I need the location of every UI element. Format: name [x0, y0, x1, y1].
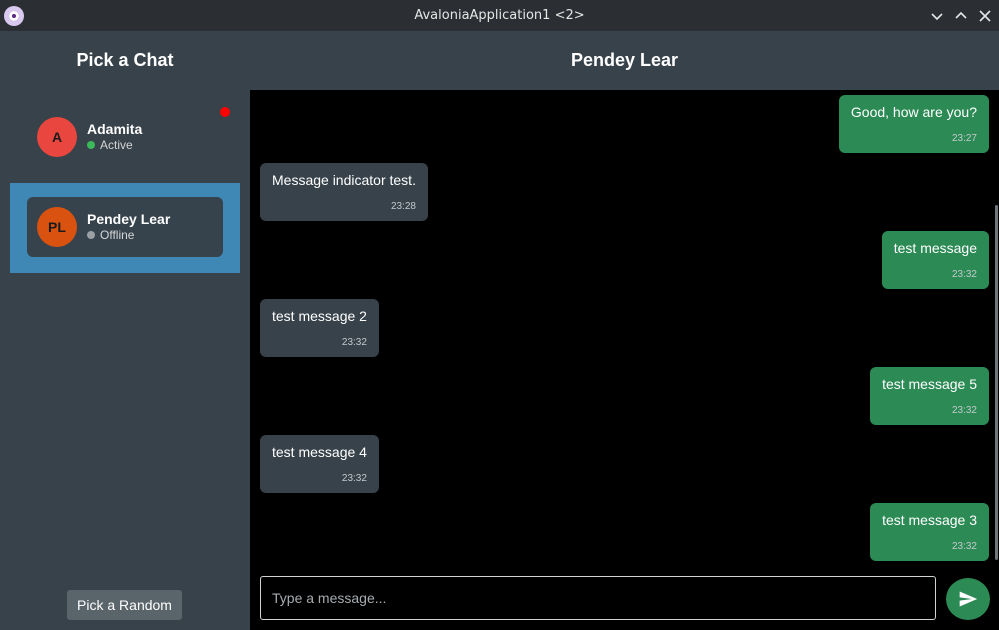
message-time: 23:32 — [951, 269, 977, 280]
conversation-header: Pendey Lear — [250, 31, 999, 90]
message-bubble-outgoing: test message 23:32 — [881, 231, 989, 289]
message-bubble-outgoing: test message 3 23:32 — [870, 503, 989, 561]
chat-status: Active — [87, 138, 133, 152]
sidebar-title: Pick a Chat — [76, 50, 174, 70]
message-bubble-incoming: test message 4 23:32 — [260, 435, 379, 493]
pick-random-button[interactable]: Pick a Random — [67, 590, 182, 620]
message-scrollbar[interactable] — [995, 205, 998, 560]
chat-name: Pendey Lear — [87, 211, 171, 227]
chat-item-pendey-lear[interactable]: PL Pendey Lear Offline — [10, 183, 240, 273]
minimize-button[interactable] — [928, 7, 946, 25]
chat-card: PL Pendey Lear Offline — [27, 197, 223, 257]
message-text: Good, how are you? — [850, 104, 977, 120]
close-icon — [979, 10, 991, 22]
chat-status: Offline — [87, 228, 134, 242]
message-time: 23:32 — [341, 337, 367, 348]
status-dot-icon — [87, 141, 95, 149]
chat-status-label: Active — [100, 138, 133, 152]
message-text: test message 4 — [272, 444, 367, 460]
message-bubble-outgoing: Good, how are you? 23:27 — [838, 95, 989, 153]
chat-item-adamita[interactable]: A Adamita Active — [10, 93, 240, 183]
message-time: 23:28 — [390, 201, 416, 212]
send-button[interactable] — [946, 578, 990, 620]
message-text: test message 3 — [882, 512, 977, 528]
chat-status-label: Offline — [100, 228, 135, 242]
message-time: 23:32 — [951, 405, 977, 416]
message-text: Message indicator test. — [272, 172, 416, 188]
message-list[interactable]: Good, how are you? 23:27 Message indicat… — [250, 90, 999, 568]
chat-name: Adamita — [87, 121, 143, 137]
status-dot-icon — [87, 231, 95, 239]
message-input[interactable] — [260, 576, 936, 620]
send-icon — [959, 591, 978, 607]
chevron-down-icon — [931, 13, 943, 21]
message-text: test message — [893, 240, 977, 256]
message-time: 23:27 — [951, 133, 977, 144]
maximize-button[interactable] — [952, 7, 970, 25]
message-text: test message 5 — [882, 376, 977, 392]
composer — [250, 568, 999, 630]
unread-indicator-icon — [220, 107, 230, 117]
message-time: 23:32 — [951, 541, 977, 552]
title-bar: AvaloniaApplication1 <2> — [0, 0, 999, 31]
message-bubble-incoming: Message indicator test. 23:28 — [260, 163, 428, 221]
window-title: AvaloniaApplication1 <2> — [414, 8, 585, 23]
close-button[interactable] — [976, 7, 994, 25]
chevron-up-icon — [955, 11, 967, 19]
message-bubble-incoming: test message 2 23:32 — [260, 299, 379, 357]
chat-card: A Adamita Active — [27, 107, 230, 167]
message-time: 23:32 — [341, 473, 367, 484]
message-text: test message 2 — [272, 308, 367, 324]
chat-sidebar: Pick a Chat A Adamita Active PL Pendey L… — [0, 31, 250, 630]
message-bubble-outgoing: test message 5 23:32 — [870, 367, 989, 425]
avatar: PL — [37, 207, 77, 247]
avatar: A — [37, 117, 77, 157]
conversation-title: Pendey Lear — [570, 50, 679, 70]
